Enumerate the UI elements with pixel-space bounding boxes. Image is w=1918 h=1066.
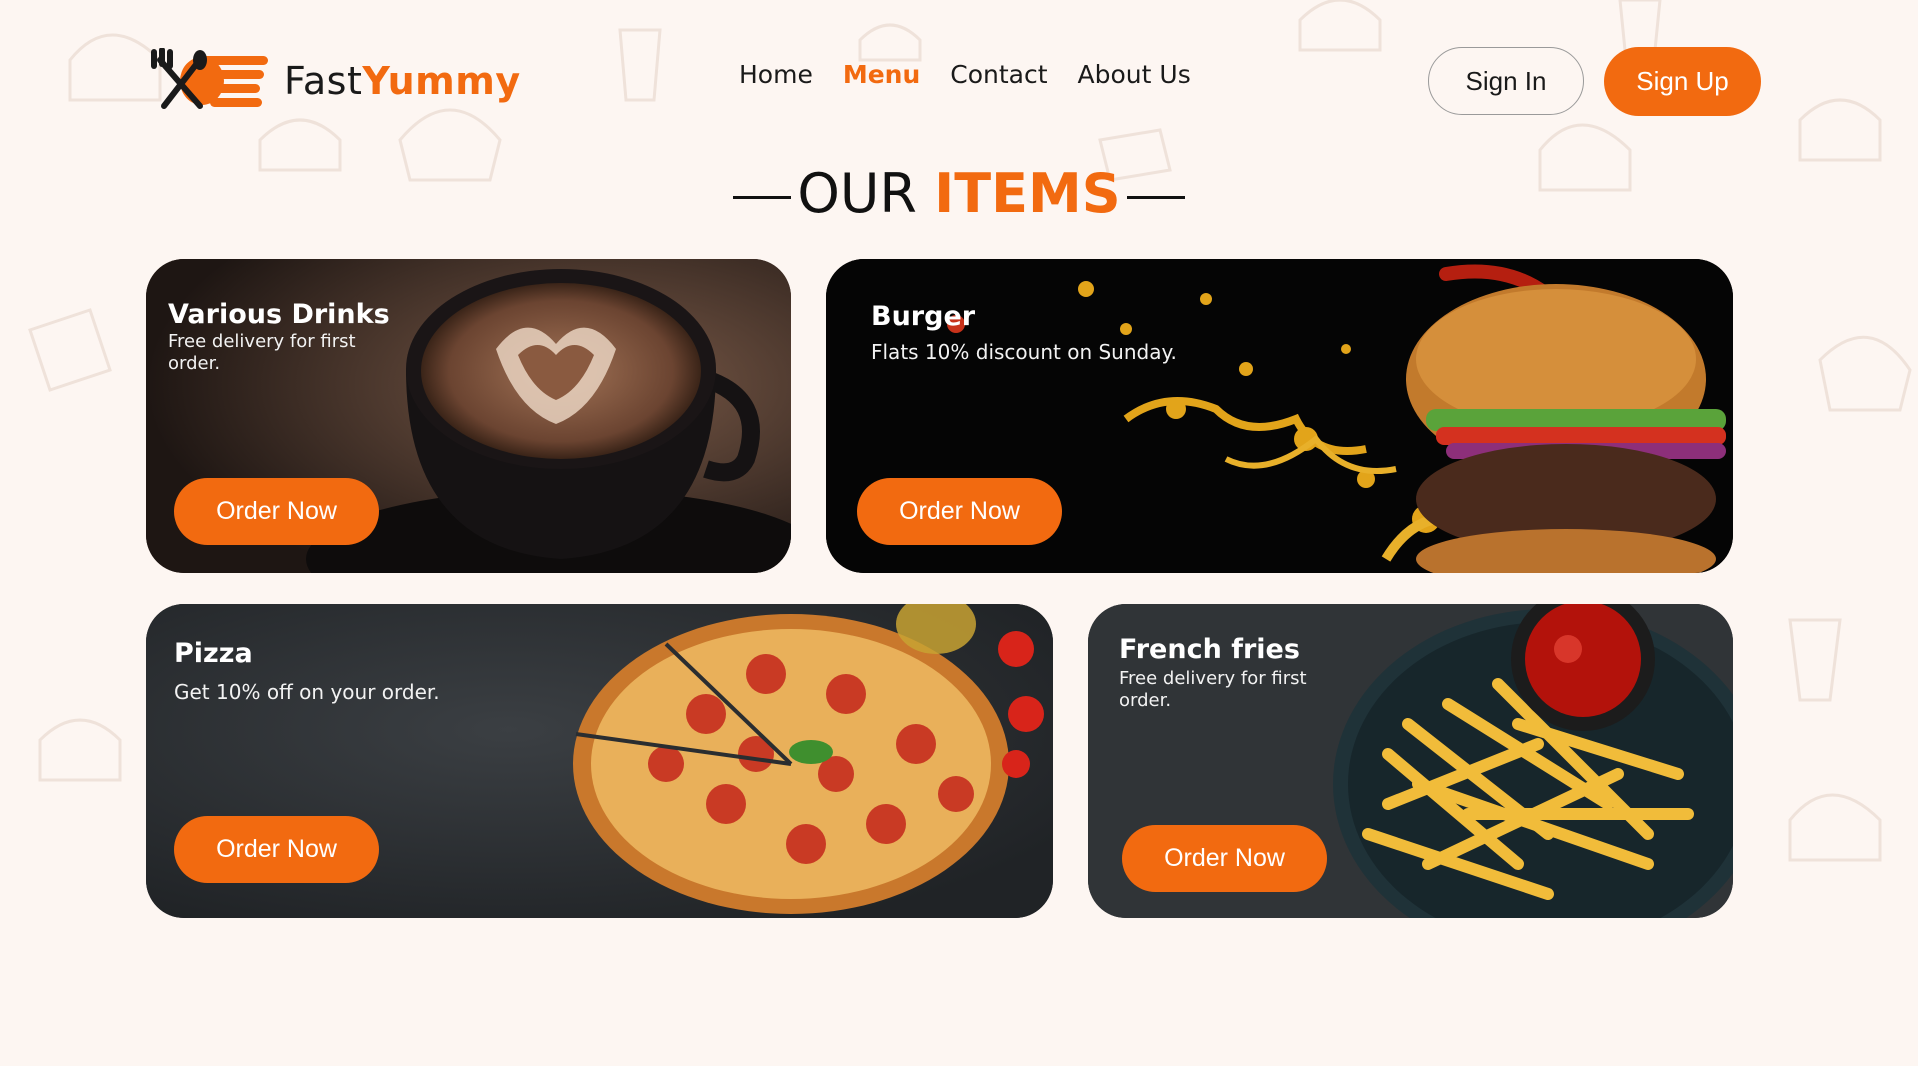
nav-menu[interactable]: Menu (843, 60, 920, 89)
fork-spoon-logo-icon (150, 47, 280, 114)
order-now-button[interactable]: Order Now (857, 478, 1062, 545)
card-subtitle: Free delivery for first order. (168, 331, 356, 374)
order-now-button[interactable]: Order Now (1122, 825, 1327, 892)
section-title: OUR ITEMS (0, 162, 1918, 225)
nav-home[interactable]: Home (739, 60, 813, 89)
item-card-drinks[interactable]: Various Drinks Free delivery for first or… (146, 259, 791, 573)
item-card-fries[interactable]: French fries Free delivery for first orde… (1088, 604, 1733, 918)
nav-contact[interactable]: Contact (950, 60, 1047, 89)
title-rule-right (1126, 195, 1185, 199)
sign-up-button[interactable]: Sign Up (1604, 47, 1761, 116)
main-nav: Home Menu Contact About Us (739, 60, 1221, 89)
title-rule-left (733, 195, 792, 199)
card-title: Burger (871, 301, 976, 332)
card-title: French fries (1119, 634, 1300, 665)
card-title: Pizza (174, 638, 253, 669)
item-card-pizza[interactable]: Pizza Get 10% off on your order. Order N… (146, 604, 1053, 918)
brand-name: FastYummy (284, 59, 521, 103)
card-subtitle: Get 10% off on your order. (174, 680, 440, 704)
brand-logo[interactable]: FastYummy (150, 47, 521, 114)
order-now-button[interactable]: Order Now (174, 478, 379, 545)
sign-in-button[interactable]: Sign In (1428, 47, 1584, 115)
item-card-burger[interactable]: Burger Flats 10% discount on Sunday. Ord… (826, 259, 1733, 573)
order-now-button[interactable]: Order Now (174, 816, 379, 883)
card-subtitle: Flats 10% discount on Sunday. (871, 340, 1177, 364)
card-title: Various Drinks (168, 299, 390, 330)
nav-about-us[interactable]: About Us (1078, 60, 1191, 89)
card-subtitle: Free delivery for first order. (1119, 668, 1307, 711)
